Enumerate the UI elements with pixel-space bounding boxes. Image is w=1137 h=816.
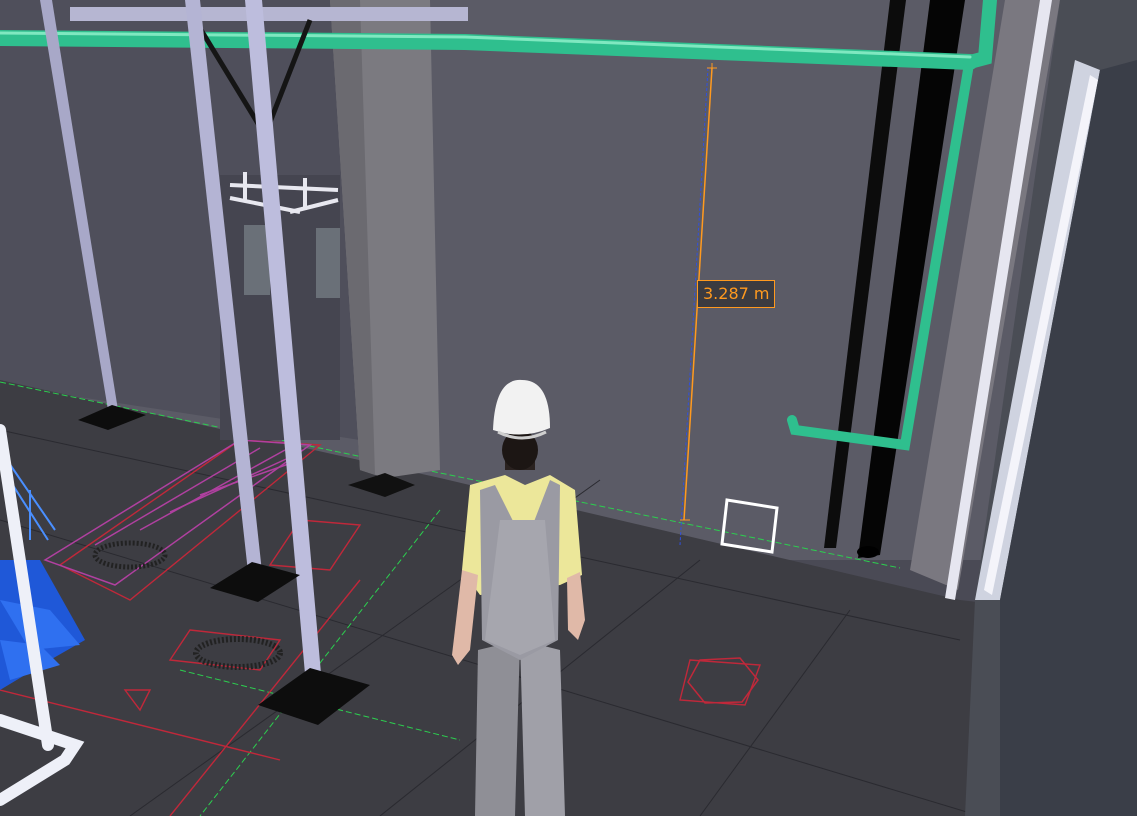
- overhead-beam: [70, 7, 468, 21]
- scene-canvas[interactable]: [0, 0, 1137, 816]
- distance-measurement-label: 3.287 m: [697, 280, 776, 308]
- door-window: [316, 228, 340, 298]
- 3d-viewport[interactable]: 3.287 m: [0, 0, 1137, 816]
- black-pipe-base: [857, 546, 879, 558]
